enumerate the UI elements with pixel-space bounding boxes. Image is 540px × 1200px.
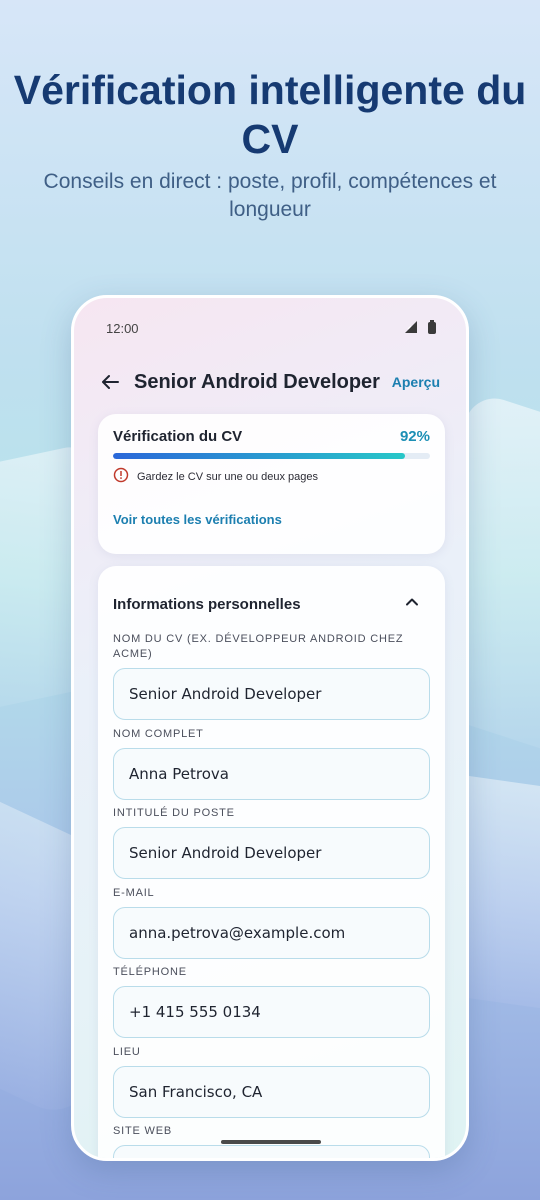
promo-headline: Vérification intelligente du CV — [13, 67, 527, 162]
cv-name-input[interactable]: Senior Android Developer — [113, 668, 430, 720]
website-input[interactable] — [113, 1145, 430, 1158]
phone-frame: 12:00 Senior Android Developer Aperçu Vé… — [71, 295, 469, 1161]
signal-icon — [404, 320, 418, 337]
cv-check-progress-bar — [113, 453, 430, 459]
preview-button[interactable]: Aperçu — [392, 374, 440, 390]
cv-check-title: Vérification du CV — [113, 428, 243, 445]
full-name-input[interactable]: Anna Petrova — [113, 748, 430, 800]
battery-icon — [428, 320, 436, 334]
promo-subheadline: Conseils en direct : poste, profil, comp… — [43, 170, 497, 221]
status-icons — [404, 320, 436, 337]
gesture-nav-bar[interactable] — [221, 1140, 321, 1144]
email-field: E-mail anna.petrova@example.com — [113, 886, 430, 959]
personal-info-card: Informations personnelles Nom du CV (ex.… — [98, 566, 445, 1158]
phone-input[interactable]: +1 415 555 0134 — [113, 986, 430, 1038]
field-label: Site web — [113, 1125, 172, 1137]
back-arrow-icon[interactable] — [98, 370, 122, 394]
app-bar: Senior Android Developer Aperçu — [98, 366, 440, 398]
field-label: Lieu — [113, 1046, 141, 1058]
status-bar: 12:00 — [106, 318, 436, 338]
field-label: Intitulé du poste — [113, 807, 235, 819]
chevron-up-icon[interactable] — [402, 592, 430, 617]
field-label: Nom du CV (ex. Développeur Android chez … — [113, 633, 404, 660]
phone-field: Téléphone +1 415 555 0134 — [113, 965, 430, 1038]
see-all-checks-link[interactable]: Voir toutes les vérifications — [113, 512, 430, 527]
section-title: Informations personnelles — [113, 595, 301, 613]
cv-name-field: Nom du CV (ex. Développeur Android chez … — [113, 632, 430, 720]
cv-check-warning: Gardez le CV sur une ou deux pages — [113, 467, 430, 486]
warning-icon — [113, 467, 129, 486]
location-field: Lieu San Francisco, CA — [113, 1045, 430, 1118]
page-title: Senior Android Developer — [134, 370, 380, 393]
job-title-input[interactable]: Senior Android Developer — [113, 827, 430, 879]
location-input[interactable]: San Francisco, CA — [113, 1066, 430, 1118]
job-title-field: Intitulé du poste Senior Android Develop… — [113, 806, 430, 879]
cv-check-progress-fill — [113, 453, 405, 459]
cv-check-percent: 92% — [399, 428, 430, 445]
cv-check-card: Vérification du CV 92% Gardez le CV sur … — [98, 414, 445, 554]
full-name-field: Nom complet Anna Petrova — [113, 727, 430, 800]
field-label: E-mail — [113, 887, 155, 899]
field-label: Nom complet — [113, 728, 204, 740]
email-input[interactable]: anna.petrova@example.com — [113, 907, 430, 959]
personal-info-header[interactable]: Informations personnelles — [113, 590, 430, 618]
status-time: 12:00 — [106, 320, 139, 336]
warning-text: Gardez le CV sur une ou deux pages — [137, 470, 319, 483]
field-label: Téléphone — [113, 966, 187, 978]
